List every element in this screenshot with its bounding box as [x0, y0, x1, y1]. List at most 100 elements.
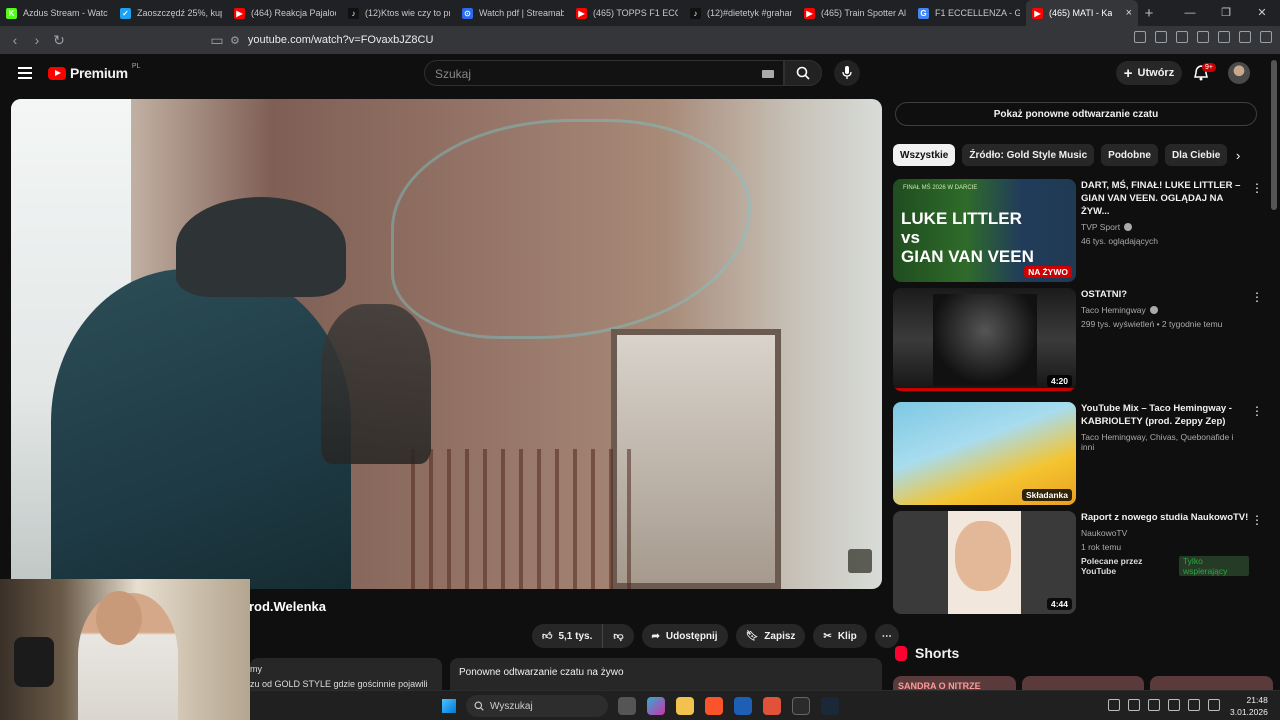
recommendation-card[interactable]: Składanka YouTube Mix – Taco Hemingway -…	[893, 402, 1263, 506]
more-options-icon[interactable]: ⋮	[1251, 513, 1263, 527]
video-thumbnail[interactable]: 4:44	[893, 511, 1076, 614]
browser-tab[interactable]: ✓ Zaoszczędź 25%, kupu	[114, 0, 228, 26]
file-explorer-icon[interactable]	[676, 697, 694, 715]
channel-name: Taco Hemingway	[1081, 305, 1146, 315]
download-icon[interactable]	[1134, 31, 1146, 43]
menu-hamburger-icon[interactable]	[18, 67, 32, 79]
video-thumbnail[interactable]: Składanka	[893, 402, 1076, 505]
description-line: my	[250, 664, 262, 674]
browser-tab[interactable]: G F1 ECCELLENZA - Goo	[912, 0, 1026, 26]
recommendation-title[interactable]: DART, MŚ, FINAŁ! LUKE LITTLER – GIAN VAN…	[1081, 179, 1249, 218]
like-button[interactable]: 👍︎ 5,1 tys.	[532, 624, 603, 648]
taskbar-apps	[618, 697, 839, 715]
recommendation-channel[interactable]: Taco Hemingway, Chivas, Quebonafide i in…	[1081, 432, 1249, 452]
music-icon[interactable]	[1155, 31, 1167, 43]
wallet-icon[interactable]	[1197, 31, 1209, 43]
recommendation-channel[interactable]: Taco Hemingway	[1081, 305, 1249, 315]
back-icon[interactable]: ‹	[4, 32, 26, 48]
clip-label: Klip	[837, 630, 857, 642]
share-button[interactable]: ➦ Udostępnij	[641, 624, 728, 648]
windows-start-icon[interactable]	[442, 699, 456, 713]
browser-tab[interactable]: ▶ (464) Reakcja Pajalock	[228, 0, 342, 26]
microphone-tray-icon[interactable]	[1168, 699, 1180, 711]
recommendation-info: Raport z nowego studia NaukowoTV! Naukow…	[1081, 511, 1249, 576]
tab-favicon-icon: ▶	[1032, 7, 1043, 19]
recommendation-channel[interactable]: NaukowoTV	[1081, 528, 1249, 538]
recommendation-title[interactable]: OSTATNI?	[1081, 288, 1249, 301]
create-button[interactable]: + Utwórz	[1116, 61, 1182, 85]
dislike-button[interactable]: 👎︎	[602, 624, 634, 648]
browser-tab[interactable]: K Azdus Stream - Watch	[0, 0, 114, 26]
chevron-right-icon[interactable]: ›	[1236, 148, 1240, 163]
address-bar[interactable]: ⚙ youtube.com/watch?v=FOvaxbJZ8CU	[230, 29, 850, 51]
sidebar-icon[interactable]	[1176, 31, 1188, 43]
new-tab-icon[interactable]: +	[1138, 5, 1160, 22]
tray-app-icon[interactable]	[1148, 699, 1160, 711]
extensions-icon[interactable]	[1218, 31, 1230, 43]
tray-app-icon[interactable]	[1128, 699, 1140, 711]
forward-icon[interactable]: ›	[26, 32, 48, 48]
maximize-icon[interactable]: ❐	[1208, 0, 1244, 26]
browser-tab[interactable]: ♪ (12)Ktos wie czy to pra	[342, 0, 456, 26]
recommendation-channel[interactable]: TVP Sport	[1081, 222, 1249, 232]
brave-active-icon[interactable]	[763, 697, 781, 715]
browser-tab[interactable]: ▶ (465) MATI - Ka ×	[1026, 0, 1138, 26]
account-avatar[interactable]	[1228, 62, 1250, 84]
browser-tab[interactable]: ▶ (465) TOPPS F1 ECCEL	[570, 0, 684, 26]
volume-icon[interactable]	[1208, 699, 1220, 711]
tab-close-icon[interactable]: ×	[1126, 7, 1132, 19]
filter-chip[interactable]: Źródło: Gold Style Music	[962, 144, 1095, 166]
search-button[interactable]	[784, 60, 822, 86]
close-window-icon[interactable]: ✕	[1244, 0, 1280, 26]
recommendation-card[interactable]: 4:20 OSTATNI? Taco Hemingway 299 tys. wy…	[893, 288, 1263, 392]
minimize-icon[interactable]: —	[1172, 0, 1208, 26]
system-tray	[1108, 699, 1220, 711]
keyboard-icon[interactable]	[762, 70, 774, 78]
page-scrollbar[interactable]	[1271, 60, 1277, 210]
browser-tab[interactable]: ▶ (465) Train Spotter Alm	[798, 0, 912, 26]
brave-browser-icon[interactable]	[705, 697, 723, 715]
channel-watermark[interactable]	[848, 549, 872, 573]
show-chat-replay-button[interactable]: Pokaż ponowne odtwarzanie czatu	[895, 102, 1257, 126]
shield-icon[interactable]	[1239, 31, 1251, 43]
watch-progress-bar	[893, 388, 1076, 391]
filter-chip[interactable]: Podobne	[1101, 144, 1158, 166]
menu-icon[interactable]	[1260, 31, 1272, 43]
store-icon[interactable]	[734, 697, 752, 715]
promoted-by: Polecane przez YouTube	[1081, 556, 1143, 576]
obs-icon[interactable]	[792, 697, 810, 715]
steam-icon[interactable]	[821, 697, 839, 715]
video-frame-person	[51, 269, 351, 589]
more-options-icon[interactable]: ⋮	[1251, 181, 1263, 195]
task-view-icon[interactable]	[618, 697, 636, 715]
reload-icon[interactable]: ↻	[48, 32, 70, 49]
thumbnail-tag: FINAŁ MŚ 2026 W DARCIE	[903, 185, 978, 191]
filter-chip[interactable]: Wszystkie	[893, 144, 956, 166]
recommendation-card[interactable]: 4:44 Raport z nowego studia NaukowoTV! N…	[893, 511, 1263, 615]
bookmark-icon[interactable]: ▭	[206, 32, 228, 49]
video-thumbnail[interactable]: 4:20	[893, 288, 1076, 391]
youtube-logo[interactable]: Premium PL	[48, 63, 140, 81]
more-options-icon[interactable]: ⋮	[1251, 290, 1263, 304]
browser-tab[interactable]: ♪ (12)#dietetyk #graham	[684, 0, 798, 26]
search-input[interactable]: Szukaj	[424, 60, 784, 86]
voice-search-button[interactable]	[834, 60, 860, 86]
tray-chevron-icon[interactable]	[1108, 699, 1120, 711]
share-icon: ➦	[651, 630, 660, 642]
browser-tab[interactable]: ⊙ Watch pdf | Streamabl	[456, 0, 570, 26]
filter-chip[interactable]: Dla Ciebie	[1164, 144, 1228, 166]
copilot-icon[interactable]	[647, 697, 665, 715]
video-thumbnail[interactable]: FINAŁ MŚ 2026 W DARCIE LUKE LITTLER vs G…	[893, 179, 1076, 282]
site-info-icon[interactable]: ⚙	[230, 34, 240, 47]
recommendation-title[interactable]: Raport z nowego studia NaukowoTV!	[1081, 511, 1249, 524]
save-button[interactable]: 🔖︎ Zapisz	[735, 624, 806, 648]
taskbar-clock[interactable]: 21:48 3.01.2026	[1230, 694, 1268, 718]
taskbar-search[interactable]: Wyszukaj	[466, 695, 608, 717]
video-player[interactable]	[11, 99, 882, 589]
network-icon[interactable]	[1188, 699, 1200, 711]
tab-favicon-icon: G	[918, 7, 929, 19]
more-options-icon[interactable]: ⋮	[1251, 404, 1263, 418]
recommendation-title[interactable]: YouTube Mix – Taco Hemingway - KABRIOLET…	[1081, 402, 1249, 428]
clip-button[interactable]: ✂ Klip	[813, 624, 867, 648]
recommendation-card[interactable]: FINAŁ MŚ 2026 W DARCIE LUKE LITTLER vs G…	[893, 179, 1263, 283]
